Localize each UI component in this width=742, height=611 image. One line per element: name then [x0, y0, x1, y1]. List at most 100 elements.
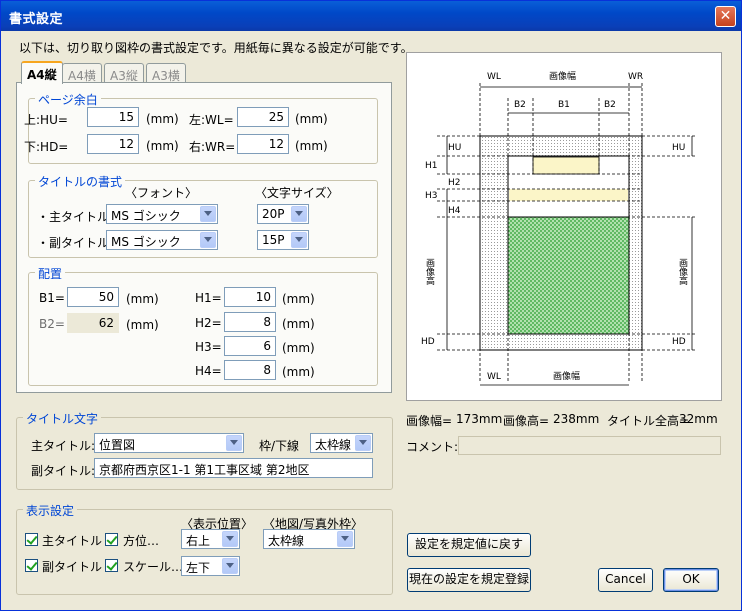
sub-title-checkbox[interactable] [25, 559, 38, 572]
image-height-left-label: 画像高 [424, 258, 435, 286]
sub-title-size-select[interactable]: 15P [257, 230, 309, 250]
h3-label: H3 [425, 191, 438, 201]
b2-label: B2= [39, 317, 65, 331]
compass-checkbox[interactable] [105, 533, 118, 546]
hu-label: 上:HU= [24, 113, 68, 127]
b1-label: B1 [558, 100, 570, 110]
register-defaults-button[interactable]: 現在の設定を規定登録 [407, 568, 531, 592]
reset-defaults-button[interactable]: 設定を規定値に戻す [407, 533, 531, 557]
image-width-summary-value: 173mm [456, 412, 503, 426]
unit-label: (mm) [295, 139, 328, 153]
chevron-down-icon[interactable] [226, 435, 242, 451]
wl-top-label: WL [487, 72, 501, 82]
main-title-text-select[interactable]: 位置図 [94, 433, 244, 453]
h1-label: H1= [195, 291, 222, 305]
hu-input[interactable]: 15 [87, 107, 139, 127]
group-title: タイトル文字 [23, 410, 102, 427]
select-value: 太枠線 [268, 534, 305, 548]
main-title-band [532, 156, 600, 175]
close-icon[interactable]: ✕ [715, 6, 736, 27]
main-title-format-label: ・主タイトル: [37, 210, 114, 224]
b1-input[interactable]: 50 [67, 287, 119, 307]
outer-frame-select[interactable]: 太枠線 [263, 529, 355, 549]
unit-label: (mm) [146, 139, 179, 153]
sub-title-text-label: 副タイトル: [31, 464, 96, 478]
h4-input[interactable]: 8 [224, 360, 276, 380]
hu-left-label: HU [448, 143, 461, 153]
unit-label: (mm) [282, 292, 315, 306]
wl-input[interactable]: 25 [237, 107, 289, 127]
chevron-down-icon[interactable] [222, 558, 238, 574]
chevron-down-icon[interactable] [291, 232, 307, 248]
b2-left-label: B2 [514, 100, 526, 110]
tab-a4-landscape[interactable]: A4横 [62, 63, 102, 84]
h4-label: H4 [448, 206, 461, 216]
chevron-down-icon[interactable] [200, 232, 216, 248]
main-title-text-label: 主タイトル: [31, 439, 96, 453]
select-value: 15P [262, 233, 285, 247]
b2-right-label: B2 [604, 100, 616, 110]
sub-title-font-select[interactable]: MS ゴシック [106, 230, 218, 250]
unit-label: (mm) [295, 112, 328, 126]
tab-a3-landscape[interactable]: A3横 [146, 63, 186, 84]
image-width-top-label: 画像幅 [549, 70, 576, 82]
hd-input[interactable]: 12 [87, 134, 139, 154]
map-area-rect [507, 216, 630, 335]
frame-underline-label: 枠/下線 [259, 439, 300, 453]
title-bar[interactable]: 書式設定 ✕ [1, 1, 741, 31]
image-height-right-label: 画像高 [677, 258, 688, 286]
compass-position-select[interactable]: 右上 [181, 529, 240, 549]
comment-field [458, 436, 721, 455]
h2-label: H2 [448, 178, 461, 188]
select-value: MS ゴシック [111, 235, 181, 249]
h2-label: H2= [195, 316, 222, 330]
tab-a3-portrait[interactable]: A3縦 [104, 63, 144, 84]
chevron-down-icon[interactable] [291, 206, 307, 222]
ok-button[interactable]: OK [663, 568, 719, 592]
wr-label: 右:WR= [189, 140, 236, 154]
sub-title-format-label: ・副タイトル: [37, 236, 114, 250]
h4-label: H4= [195, 364, 222, 378]
scale-checkbox[interactable] [105, 559, 118, 572]
main-title-font-select[interactable]: MS ゴシック [106, 204, 218, 224]
title-height-summary-value: 32mm [679, 412, 718, 426]
hd-left-label: HD [421, 337, 435, 347]
layout-diagram: WL 画像幅 WR B2 B1 B2 HU HU H1 H2 H3 H4 画像高… [421, 70, 697, 386]
chevron-down-icon[interactable] [337, 531, 353, 547]
image-height-summary-label: 画像高= [503, 414, 550, 428]
h3-label: H3= [195, 340, 222, 354]
main-title-size-select[interactable]: 20P [257, 204, 309, 224]
sub-title-text-input[interactable]: 京都府西京区1-1 第1工事区域 第2地区 [94, 458, 373, 478]
frame-underline-select[interactable]: 太枠線 [310, 433, 373, 453]
wr-input[interactable]: 12 [237, 134, 289, 154]
chevron-down-icon[interactable] [222, 531, 238, 547]
size-header: 〈文字サイズ〉 [255, 186, 339, 200]
main-title-checkbox[interactable] [25, 533, 38, 546]
hd-label: 下:HD= [24, 140, 69, 154]
tab-a4-portrait[interactable]: A4縦 [21, 61, 63, 84]
tab-panel: ページ余白 上:HU= 15 (mm) 左:WL= 25 (mm) 下:HD= … [16, 82, 392, 393]
h3-input[interactable]: 6 [224, 336, 276, 356]
group-title: 表示設定 [23, 502, 78, 519]
wr-top-label: WR [628, 72, 643, 82]
select-value: 左下 [186, 561, 211, 575]
unit-label: (mm) [282, 365, 315, 379]
unit-label: (mm) [146, 112, 179, 126]
cancel-button[interactable]: Cancel [598, 568, 653, 592]
h2-input[interactable]: 8 [224, 312, 276, 332]
unit-label: (mm) [126, 292, 159, 306]
h1-input[interactable]: 10 [224, 287, 276, 307]
window-title: 書式設定 [9, 12, 64, 27]
select-value: 20P [262, 207, 285, 221]
wl-bottom-label: WL [487, 372, 501, 382]
b1-label: B1= [39, 291, 65, 305]
hd-right-label: HD [672, 337, 686, 347]
scale-position-select[interactable]: 左下 [181, 556, 240, 576]
image-width-summary-label: 画像幅= [406, 414, 453, 428]
chevron-down-icon[interactable] [200, 206, 216, 222]
group-title: 配置 [35, 265, 66, 282]
select-value: 太枠線 [315, 438, 352, 452]
sub-title-band [509, 189, 628, 201]
chevron-down-icon[interactable] [355, 435, 371, 451]
image-height-summary-value: 238mm [553, 412, 600, 426]
